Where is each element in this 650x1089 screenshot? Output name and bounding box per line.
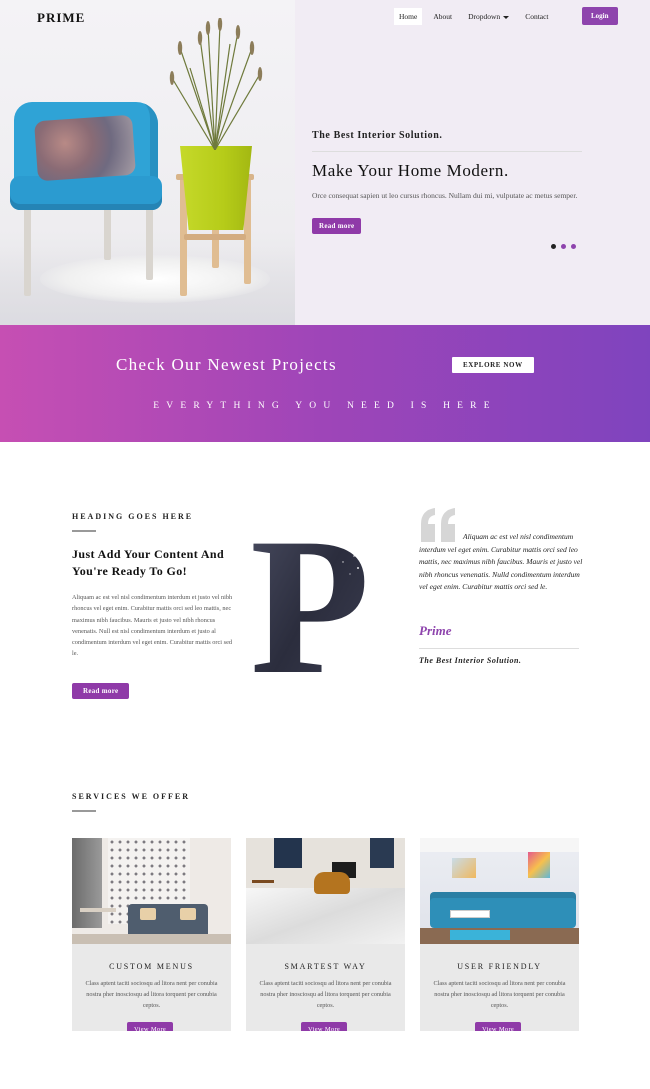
chair-leg — [146, 204, 153, 280]
nav-link-dropdown[interactable]: Dropdown — [463, 8, 514, 25]
hero-text: Orce consequat sapien ut leo cursus rhon… — [312, 191, 578, 200]
banner-title: Check Our Newest Projects — [116, 355, 337, 374]
chair-pillow — [34, 114, 136, 182]
hero-rug — [40, 255, 270, 303]
about-title: Just Add Your Content And You're Ready T… — [72, 547, 225, 578]
about-text: Aliquam ac est vel nisl condimentum inte… — [72, 594, 233, 658]
about-read-more-button[interactable]: Read more — [72, 683, 130, 699]
service-image-user-friendly — [420, 838, 579, 944]
service-card: CUSTOM MENUS Class aptent taciti sociosq… — [72, 838, 231, 1031]
service-card-text: Class aptent taciti sociosqu ad litora n… — [433, 980, 566, 1009]
services-heading-rule — [72, 810, 96, 812]
hero-copy: The Best Interior Solution. Make Your Ho… — [312, 130, 582, 202]
top-nav: PRIME Home About Dropdown Contact Login — [0, 0, 650, 34]
nav-dropdown-label: Dropdown — [468, 12, 501, 21]
about-heading-rule — [72, 530, 96, 532]
plant-pot — [180, 146, 252, 230]
nav-link-contact[interactable]: Contact — [520, 8, 553, 25]
services-cards: CUSTOM MENUS Class aptent taciti sociosq… — [72, 838, 579, 1031]
service-card: USER FRIENDLY Class aptent taciti socios… — [420, 838, 579, 1031]
hero-read-more-button[interactable]: Read more — [312, 218, 362, 234]
nav-links: Home About Dropdown Contact — [394, 8, 560, 25]
quote-author: Prime — [419, 623, 452, 638]
hero-section: The Best Interior Solution. Make Your Ho… — [0, 0, 650, 325]
slider-dot-1[interactable] — [551, 244, 556, 249]
slider-dot-2[interactable] — [561, 244, 566, 249]
service-card-text: Class aptent taciti sociosqu ad litora n… — [259, 980, 392, 1009]
service-card-title: SMARTEST WAY — [284, 962, 367, 971]
service-card-text: Class aptent taciti sociosqu ad litora n… — [85, 980, 218, 1009]
hero-photo — [0, 0, 295, 325]
hero-kicker: The Best Interior Solution. — [312, 130, 582, 152]
big-letter-text: P — [250, 526, 370, 678]
site-logo[interactable]: PRIME — [37, 10, 85, 26]
banner-subtitle: EVERYTHING YOU NEED IS HERE — [153, 401, 497, 411]
view-more-button[interactable]: View More — [127, 1022, 174, 1031]
about-heading: HEADING GOES HERE — [72, 512, 194, 521]
view-more-button[interactable]: View More — [475, 1022, 522, 1031]
service-card-title: USER FRIENDLY — [457, 962, 542, 971]
login-button[interactable]: Login — [582, 7, 618, 25]
chair-leg — [24, 204, 31, 296]
service-card: SMARTEST WAY Class aptent taciti sociosq… — [246, 838, 405, 1031]
service-image-smartest-way — [246, 838, 405, 944]
nav-link-about[interactable]: About — [428, 8, 457, 25]
view-more-button[interactable]: View More — [301, 1022, 348, 1031]
slider-dots — [551, 244, 576, 249]
quote-text: Aliquam ac est vel nisl condimentum inte… — [419, 532, 583, 592]
chair-seat — [10, 176, 162, 210]
service-image-custom-menus — [72, 838, 231, 944]
service-card-title: CUSTOM MENUS — [109, 962, 194, 971]
hero-title: Make Your Home Modern. — [312, 161, 509, 180]
caret-down-icon — [503, 15, 510, 19]
chair-leg — [104, 204, 111, 260]
big-letter-p: P — [250, 526, 370, 678]
quote-role: The Best Interior Solution. — [419, 656, 522, 665]
stand-bar — [184, 234, 246, 240]
explore-now-button[interactable]: EXPLORE NOW — [452, 357, 534, 373]
services-heading: SERVICES WE OFFER — [72, 792, 191, 801]
quote-rule — [419, 648, 579, 649]
nav-link-home[interactable]: Home — [394, 8, 423, 25]
slider-dot-3[interactable] — [571, 244, 576, 249]
projects-banner: Check Our Newest Projects EXPLORE NOW EV… — [0, 325, 650, 442]
plant-grass — [169, 18, 263, 150]
